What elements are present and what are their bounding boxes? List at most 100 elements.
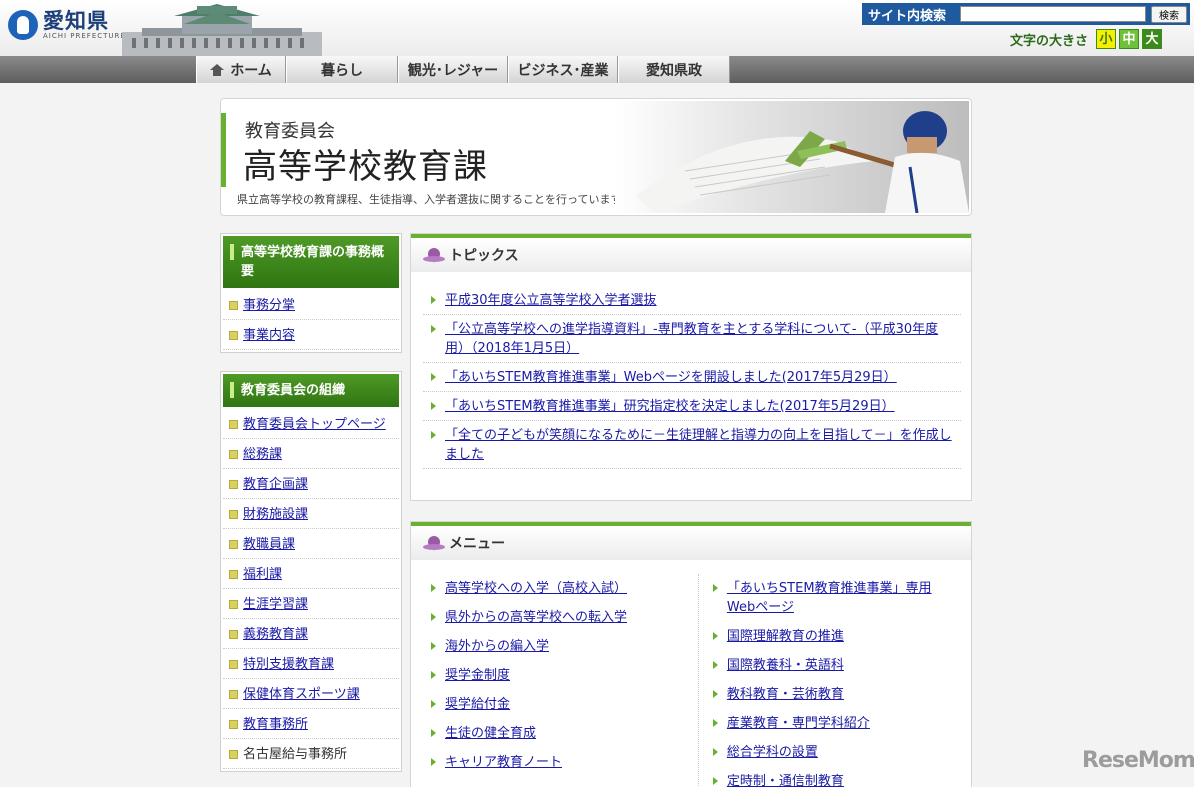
nav-home-label: ホーム [230, 62, 272, 79]
sidebar-link-finance-facilities[interactable]: 財務施設課 [243, 507, 308, 522]
menu-item: 生徒の健全育成 [423, 719, 686, 748]
menu-item: 産業教育・専門学科紹介 [705, 709, 961, 738]
menu-left-column: 高等学校への入学（高校入試） 県外からの高等学校への転入学 海外からの編入学 奨… [423, 574, 686, 787]
font-size-large-button[interactable]: 大 [1142, 29, 1163, 49]
aichi-emblem-icon [8, 10, 38, 40]
menu-link-international-understanding[interactable]: 国際理解教育の推進 [727, 629, 844, 644]
sidebar-item-nagoya-payroll: 名古屋給与事務所 [223, 739, 399, 769]
menu-item: 定時制・通信制教育 [705, 767, 961, 787]
menu-item: 「あいちSTEM教育推進事業」専用Webページ [705, 574, 961, 622]
iris-flower-icon [423, 246, 445, 264]
topic-item: 「あいちSTEM教育推進事業」Webページを開設しました(2017年5月29日） [423, 363, 961, 392]
topic-link-entrance-selection[interactable]: 平成30年度公立高等学校入学者選抜 [445, 293, 657, 308]
sidebar-overview-box: 高等学校教育課の事務概要 事務分掌 事業内容 [220, 233, 402, 353]
banner-baseball-photo [615, 101, 969, 213]
site-header: 愛知県 AICHI PREFECTURE サイト内検索 検索 文字の大きさ 小 … [0, 0, 1194, 56]
sidebar-link-general-affairs[interactable]: 総務課 [243, 447, 282, 462]
sidebar-item-general-affairs: 総務課 [223, 439, 399, 469]
global-nav: ホーム 暮らし 観光･レジャー ビジネス･産業 愛知県政 [196, 56, 730, 83]
topic-item: 「全ての子どもが笑顔になるために－生徒理解と指導力の向上を目指して－」を作成しま… [423, 421, 961, 469]
menu-link-career-notebook[interactable]: キャリア教育ノート [445, 755, 562, 770]
sidebar-link-board-top[interactable]: 教育委員会トップページ [243, 417, 386, 432]
topics-box: トピックス 平成30年度公立高等学校入学者選抜 「公立高等学校への進学指導資料」… [410, 233, 972, 501]
sidebar-link-education-planning[interactable]: 教育企画課 [243, 477, 308, 492]
menu-link-stem-site[interactable]: 「あいちSTEM教育推進事業」専用Webページ [727, 581, 932, 615]
font-size-label: 文字の大きさ [1010, 33, 1089, 49]
menu-link-overseas[interactable]: 海外からの編入学 [445, 639, 549, 654]
menu-heading: メニュー [449, 536, 505, 552]
nav-business[interactable]: ビジネス･産業 [508, 56, 618, 83]
sidebar-link-education-office[interactable]: 教育事務所 [243, 717, 308, 732]
logo-title: 愛知県 [43, 9, 109, 33]
menu-link-admission[interactable]: 高等学校への入学（高校入試） [445, 581, 627, 596]
sidebar-overview-heading: 高等学校教育課の事務概要 [223, 236, 399, 288]
menu-link-international-studies[interactable]: 国際教養科・英語科 [727, 658, 844, 673]
menu-item: 国際教養科・英語科 [705, 651, 961, 680]
banner-description: 県立高等学校の教育課程、生徒指導、入学者選抜に関することを行っています。 [237, 193, 632, 206]
aichi-logo[interactable]: 愛知県 AICHI PREFECTURE [8, 10, 126, 40]
sidebar-item-finance-facilities: 財務施設課 [223, 499, 399, 529]
site-search: サイト内検索 検索 [862, 3, 1190, 25]
sidebar-link-welfare[interactable]: 福利課 [243, 567, 282, 582]
iris-flower-icon [423, 534, 445, 552]
topics-heading: トピックス [449, 248, 519, 264]
font-size-medium-button[interactable]: 中 [1119, 29, 1140, 49]
home-icon [210, 63, 225, 76]
sidebar-link-health-sports[interactable]: 保健体育スポーツ課 [243, 687, 360, 702]
nav-government[interactable]: 愛知県政 [618, 56, 730, 83]
menu-link-scholarship[interactable]: 奨学金制度 [445, 668, 510, 683]
logo-subtitle: AICHI PREFECTURE [43, 32, 126, 40]
department-banner: 教育委員会 高等学校教育課 県立高等学校の教育課程、生徒指導、入学者選抜に関する… [220, 98, 972, 216]
sidebar-link-lifelong-learning[interactable]: 生涯学習課 [243, 597, 308, 612]
menu-item: 海外からの編入学 [423, 632, 686, 661]
menu-link-student-development[interactable]: 生徒の健全育成 [445, 726, 536, 741]
sidebar-link-staff[interactable]: 教職員課 [243, 537, 295, 552]
topic-link-guidance-materials[interactable]: 「公立高等学校への進学指導資料」-専門教育を主とする学科について-（平成30年度… [445, 322, 938, 356]
menu-item: 総合学科の設置 [705, 738, 961, 767]
sidebar-link-duties[interactable]: 事務分掌 [243, 298, 295, 313]
topic-item: 「あいちSTEM教育推進事業」研究指定校を決定しました(2017年5月29日） [423, 392, 961, 421]
sidebar-item-special-support: 特別支援教育課 [223, 649, 399, 679]
topic-link-student-understanding[interactable]: 「全ての子どもが笑顔になるために－生徒理解と指導力の向上を目指して－」を作成しま… [445, 428, 952, 462]
nav-home[interactable]: ホーム [196, 56, 286, 83]
menu-link-part-time[interactable]: 定時制・通信制教育 [727, 774, 844, 787]
menu-item: 国際理解教育の推進 [705, 622, 961, 651]
menu-box: メニュー 高等学校への入学（高校入試） 県外からの高等学校への転入学 海外からの… [410, 521, 972, 787]
sidebar-link-compulsory-education[interactable]: 義務教育課 [243, 627, 308, 642]
search-label: サイト内検索 [868, 8, 947, 24]
sidebar-link-projects[interactable]: 事業内容 [243, 328, 295, 343]
search-button[interactable]: 検索 [1151, 5, 1187, 23]
menu-link-industrial-education[interactable]: 産業教育・専門学科紹介 [727, 716, 870, 731]
menu-item: 高等学校への入学（高校入試） [423, 574, 686, 603]
sidebar-item-projects: 事業内容 [223, 320, 399, 350]
topic-link-stem-schools[interactable]: 「あいちSTEM教育推進事業」研究指定校を決定しました(2017年5月29日） [445, 399, 895, 414]
menu-link-transfer[interactable]: 県外からの高等学校への転入学 [445, 610, 627, 625]
menu-item: 教科教育・芸術教育 [705, 680, 961, 709]
sidebar-item-education-office: 教育事務所 [223, 709, 399, 739]
sidebar-item-health-sports: 保健体育スポーツ課 [223, 679, 399, 709]
sidebar-item-staff: 教職員課 [223, 529, 399, 559]
nav-living[interactable]: 暮らし [286, 56, 398, 83]
sidebar-item-compulsory-education: 義務教育課 [223, 619, 399, 649]
sidebar-organization-heading: 教育委員会の組織 [223, 374, 399, 407]
menu-item: 奨学給付金 [423, 690, 686, 719]
search-input[interactable] [960, 6, 1146, 22]
font-size-selector: 文字の大きさ 小 中 大 [1010, 29, 1163, 49]
topic-item: 平成30年度公立高等学校入学者選抜 [423, 286, 961, 315]
sidebar-organization-box: 教育委員会の組織 教育委員会トップページ 総務課 教育企画課 財務施設課 教職員… [220, 371, 402, 772]
menu-link-integrated-course[interactable]: 総合学科の設置 [727, 745, 818, 760]
font-size-small-button[interactable]: 小 [1096, 29, 1117, 49]
sidebar-item-education-planning: 教育企画課 [223, 469, 399, 499]
menu-header: メニュー [411, 526, 971, 560]
sidebar-link-special-support[interactable]: 特別支援教育課 [243, 657, 334, 672]
page-title: 高等学校教育課 [243, 147, 488, 187]
sidebar-item-welfare: 福利課 [223, 559, 399, 589]
sidebar-item-duties: 事務分掌 [223, 290, 399, 320]
menu-item: 奨学金制度 [423, 661, 686, 690]
topic-link-stem-webpage[interactable]: 「あいちSTEM教育推進事業」Webページを開設しました(2017年5月29日） [445, 370, 897, 385]
banner-accent-bar [221, 113, 226, 187]
menu-link-scholarship-grant[interactable]: 奨学給付金 [445, 697, 510, 712]
topic-item: 「公立高等学校への進学指導資料」-専門教育を主とする学科について-（平成30年度… [423, 315, 961, 363]
menu-link-subject-arts[interactable]: 教科教育・芸術教育 [727, 687, 844, 702]
nav-tourism[interactable]: 観光･レジャー [398, 56, 508, 83]
